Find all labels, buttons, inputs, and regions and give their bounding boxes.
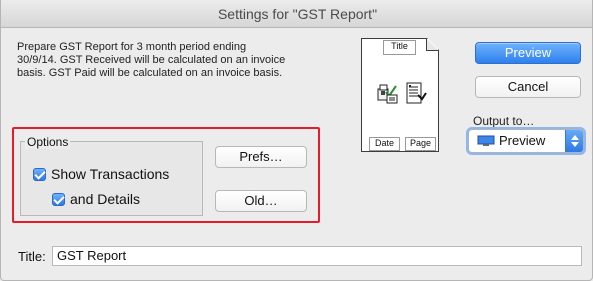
titlebar: Settings for "GST Report" xyxy=(1,0,592,28)
and-details-label: and Details xyxy=(70,191,141,207)
chevron-up-icon xyxy=(571,135,579,140)
cancel-button[interactable]: Cancel xyxy=(475,76,581,98)
preview-date-box: Date xyxy=(369,137,400,151)
report-description: Prepare GST Report for 3 month period en… xyxy=(17,41,286,79)
select-stepper[interactable] xyxy=(565,130,583,152)
preview-button[interactable]: Preview xyxy=(475,42,581,64)
and-details-row[interactable]: and Details xyxy=(52,191,140,207)
chevron-down-icon xyxy=(571,142,579,147)
show-transactions-row[interactable]: Show Transactions xyxy=(33,166,169,182)
preview-page-box: Page xyxy=(405,137,436,151)
show-transactions-label: Show Transactions xyxy=(51,166,170,182)
output-to-label: Output to… xyxy=(473,114,535,128)
preview-title-box: Title xyxy=(383,40,416,55)
title-label: Title: xyxy=(18,249,46,264)
monitor-icon xyxy=(477,135,495,146)
settings-window: Settings for "GST Report" Prepare GST Re… xyxy=(0,0,593,281)
old-button[interactable]: Old… xyxy=(215,190,307,212)
options-legend: Options xyxy=(25,135,71,149)
prefs-button[interactable]: Prefs… xyxy=(215,146,307,168)
output-selected-value: Preview xyxy=(499,133,546,148)
output-select[interactable]: Preview xyxy=(468,129,584,153)
report-layout-preview xyxy=(361,38,439,152)
show-transactions-checkbox[interactable] xyxy=(33,167,46,181)
document-print-icon xyxy=(377,84,398,104)
and-details-checkbox[interactable] xyxy=(52,192,65,206)
title-input[interactable]: GST Report xyxy=(52,246,582,266)
check-document-icon xyxy=(406,82,427,104)
window-title: Settings for "GST Report" xyxy=(217,6,378,22)
